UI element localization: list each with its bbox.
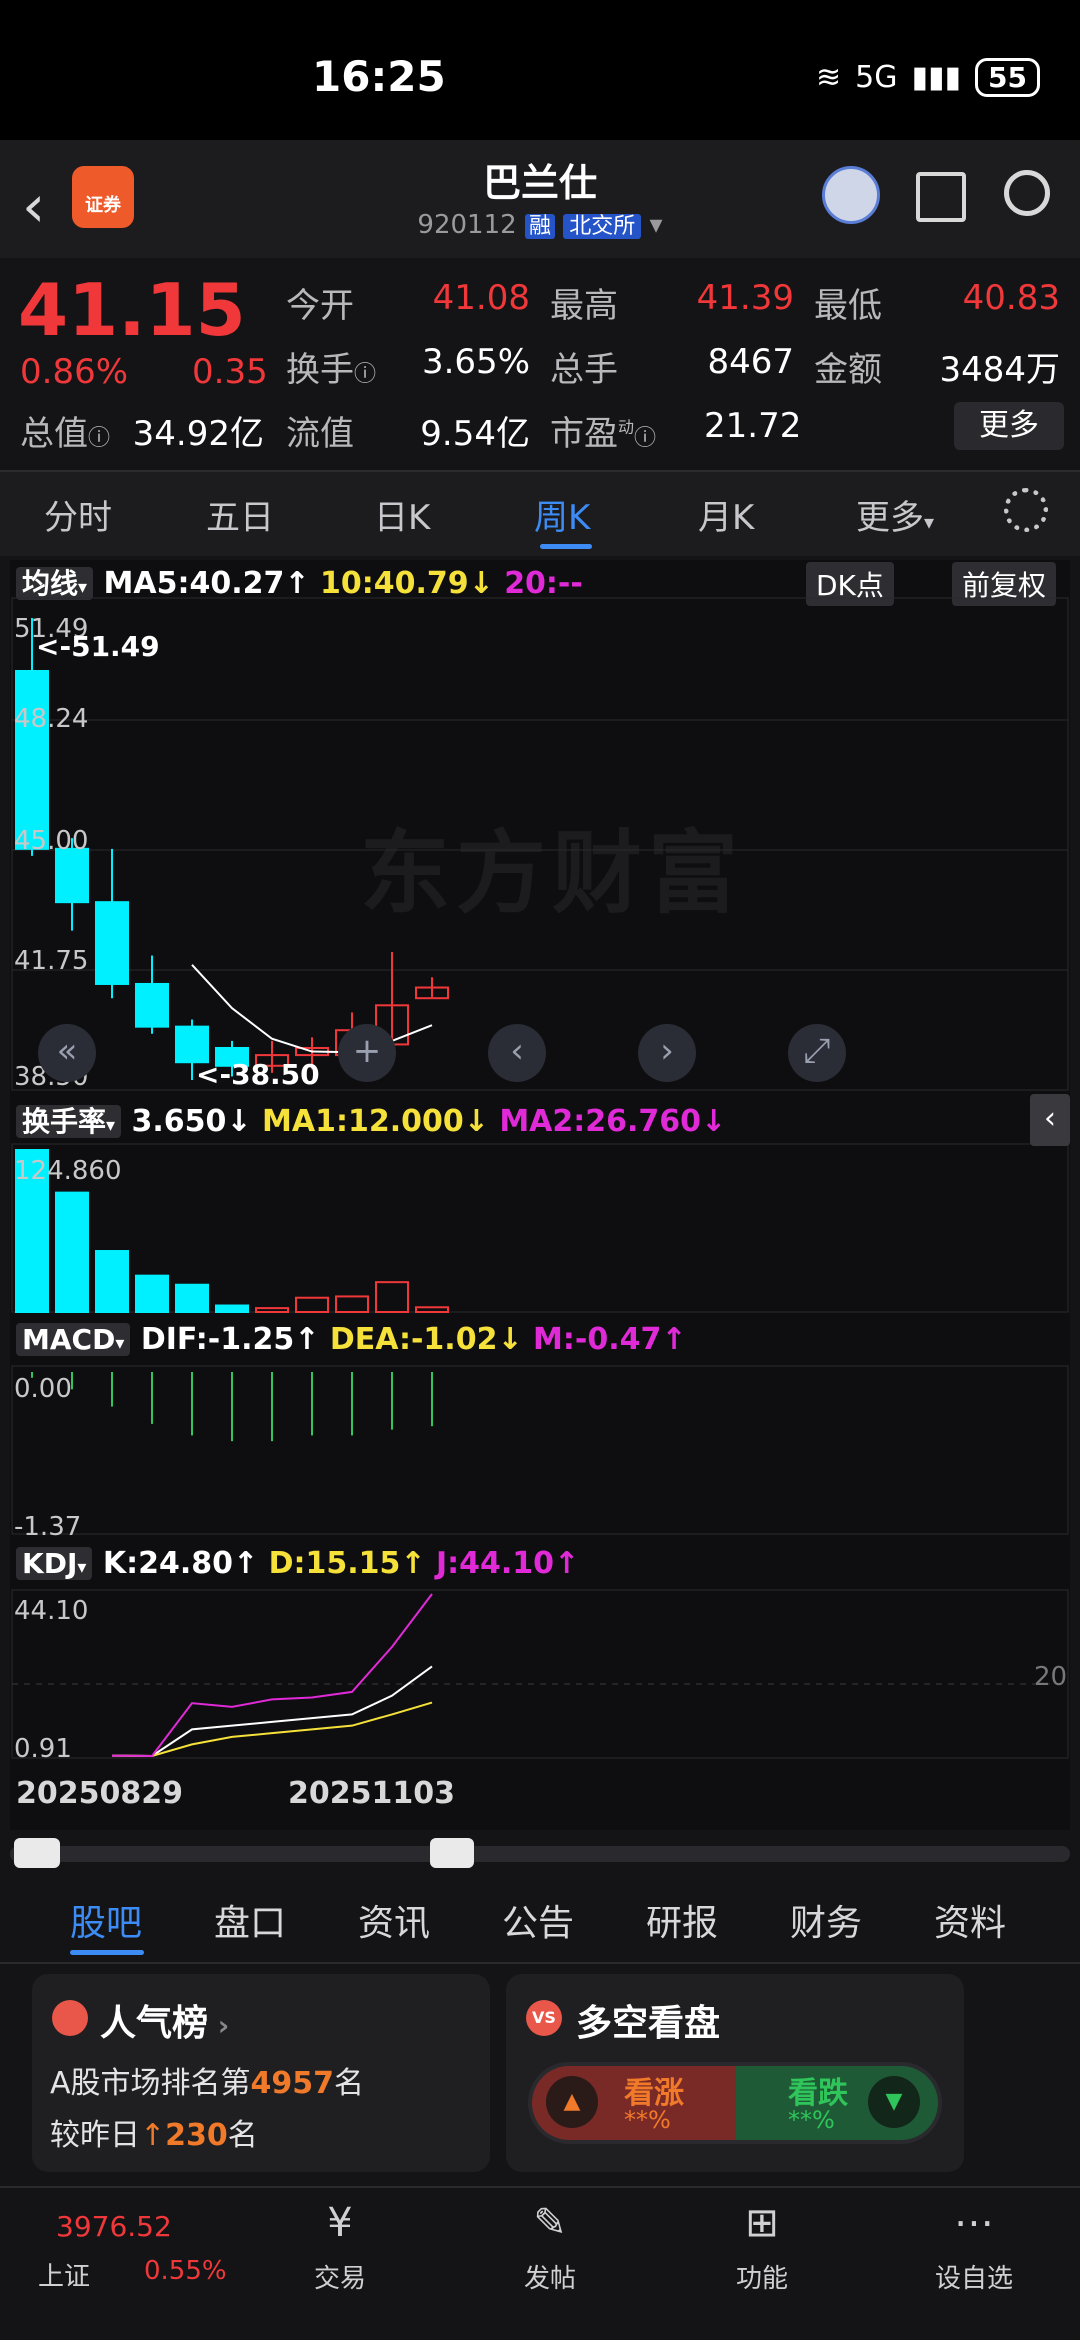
macd-selector[interactable]: MACD▾ <box>16 1323 131 1356</box>
chevron-right-icon: › <box>208 2009 230 2042</box>
turnover-bar <box>55 1191 89 1313</box>
long-short-title: 多空看盘 <box>576 2003 721 2044</box>
macd-dea: DEA:-1.02↓ <box>329 1322 523 1357</box>
turnover-max-label: 124.860 <box>14 1156 122 1186</box>
candle-body <box>55 847 89 904</box>
kdj-j: J:44.10↑ <box>435 1546 580 1581</box>
chevron-left-icon[interactable]: ‹ <box>488 1024 546 1082</box>
bottom-tab-underline <box>70 1950 144 1955</box>
price-label-4: 41.75 <box>14 946 89 976</box>
grid-icon: ⊞ <box>745 2200 779 2246</box>
tab-news[interactable]: 资讯 <box>358 1894 430 1946</box>
kdj-indicator-bar: KDJ▾ K:24.80↑ D:15.15↑ J:44.10↑ <box>16 1546 579 1581</box>
min-price-note: <-38.50 <box>196 1058 320 1091</box>
kdj-k: K:24.80↑ <box>102 1546 259 1581</box>
kdj-selector[interactable]: KDJ▾ <box>16 1547 93 1580</box>
turnover-bar <box>175 1283 209 1314</box>
kdj_d-line <box>111 1701 433 1758</box>
date-label-start: 20250829 <box>16 1776 183 1811</box>
scroller-right-handle[interactable] <box>430 1838 474 1868</box>
tab-financials[interactable]: 财务 <box>790 1894 862 1946</box>
tab-profile[interactable]: 资料 <box>934 1894 1006 1946</box>
kdj-d: D:15.15↑ <box>268 1546 426 1581</box>
collapse-panel-button[interactable]: ‹ <box>1030 1094 1070 1146</box>
kdj-ref-label: 20 <box>1034 1662 1068 1692</box>
index-value[interactable]: 3976.52 <box>56 2210 172 2243</box>
bearish-pct: **% <box>788 2106 835 2134</box>
panel-frame <box>11 597 1069 1091</box>
turnover-ma2: MA2:26.760↓ <box>499 1104 727 1139</box>
bullish-pct: **% <box>624 2106 671 2134</box>
turnover-bar <box>255 1307 289 1314</box>
scroller-left-handle[interactable] <box>14 1838 60 1868</box>
turnover-bar <box>295 1296 329 1314</box>
chevron-right-icon[interactable]: › <box>638 1024 696 1082</box>
popularity-title: 人气榜 › <box>100 2003 230 2044</box>
macd-bottom-label: -1.37 <box>14 1512 82 1542</box>
candle-body <box>15 669 49 850</box>
nav-trade[interactable]: ¥ 交易 <box>280 2200 400 2295</box>
popularity-rank-line: A股市场排名第4957名 <box>50 2066 365 2101</box>
kdj-bottom-label: 0.91 <box>14 1734 72 1764</box>
panel-frame <box>11 1143 1069 1313</box>
kdj-top-label: 44.10 <box>14 1596 89 1626</box>
max-price-note: <-51.49 <box>36 630 160 663</box>
macd-top-label: 0.00 <box>14 1374 72 1404</box>
turnover-bar <box>95 1250 129 1313</box>
turnover-bar <box>375 1281 409 1313</box>
price-label-2: 48.24 <box>14 704 89 734</box>
nav-add-watchlist[interactable]: ⋯ 设自选 <box>914 2200 1034 2295</box>
tab-order-book[interactable]: 盘口 <box>214 1894 286 1946</box>
turnover-current: 3.650↓ <box>131 1104 252 1139</box>
yuan-icon: ¥ <box>327 2200 353 2246</box>
candle-body <box>175 1025 209 1064</box>
edit-icon: ✎ <box>533 2200 567 2246</box>
chart-scroller-track[interactable] <box>10 1846 1070 1862</box>
fullscreen-icon[interactable]: ⤢ <box>788 1024 846 1082</box>
nav-post[interactable]: ✎ 发帖 <box>490 2200 610 2295</box>
turnover-bar <box>135 1274 169 1313</box>
tab-research[interactable]: 研报 <box>646 1894 718 1946</box>
popularity-change-line: 较昨日↑230名 <box>50 2118 258 2153</box>
zoom-in-icon[interactable]: + <box>338 1024 396 1082</box>
candle-body <box>95 901 129 985</box>
index-pct: 0.55% <box>144 2256 227 2286</box>
turnover-ma1: MA1:12.000↓ <box>262 1104 489 1139</box>
ranking-icon <box>52 2000 88 2036</box>
more-icon: ⋯ <box>954 2200 994 2246</box>
turnover-indicator-bar: 换手率▾ 3.650↓ MA1:12.000↓ MA2:26.760↓ <box>16 1100 726 1140</box>
kdj_j-line <box>111 1593 433 1758</box>
index-name: 上证 <box>38 2262 91 2292</box>
macd-dif: DIF:-1.25↑ <box>140 1322 320 1357</box>
triangle-down-icon[interactable]: ▼ <box>868 2076 920 2128</box>
triangle-up-icon[interactable]: ▲ <box>546 2076 598 2128</box>
macd-m: M:-0.47↑ <box>533 1322 687 1357</box>
arrow-up-icon: ↑ <box>140 2118 166 2153</box>
panel-frame <box>11 1365 1069 1535</box>
tab-announcements[interactable]: 公告 <box>502 1894 574 1946</box>
turnover-bar <box>215 1304 249 1313</box>
macd-indicator-bar: MACD▾ DIF:-1.25↑ DEA:-1.02↓ M:-0.47↑ <box>16 1322 687 1357</box>
turnover-bar <box>415 1306 449 1313</box>
turnover-selector[interactable]: 换手率▾ <box>16 1105 122 1138</box>
nav-functions[interactable]: ⊞ 功能 <box>702 2200 822 2295</box>
vs-icon: VS <box>526 2000 562 2036</box>
rewind-icon[interactable]: « <box>38 1024 96 1082</box>
turnover-bar <box>335 1295 369 1313</box>
price-label-3: 45.00 <box>14 826 89 856</box>
date-label-mid: 20251103 <box>288 1776 455 1811</box>
kdj_k-line <box>111 1665 433 1758</box>
tab-forum[interactable]: 股吧 <box>70 1894 142 1946</box>
candle-body <box>135 982 169 1028</box>
